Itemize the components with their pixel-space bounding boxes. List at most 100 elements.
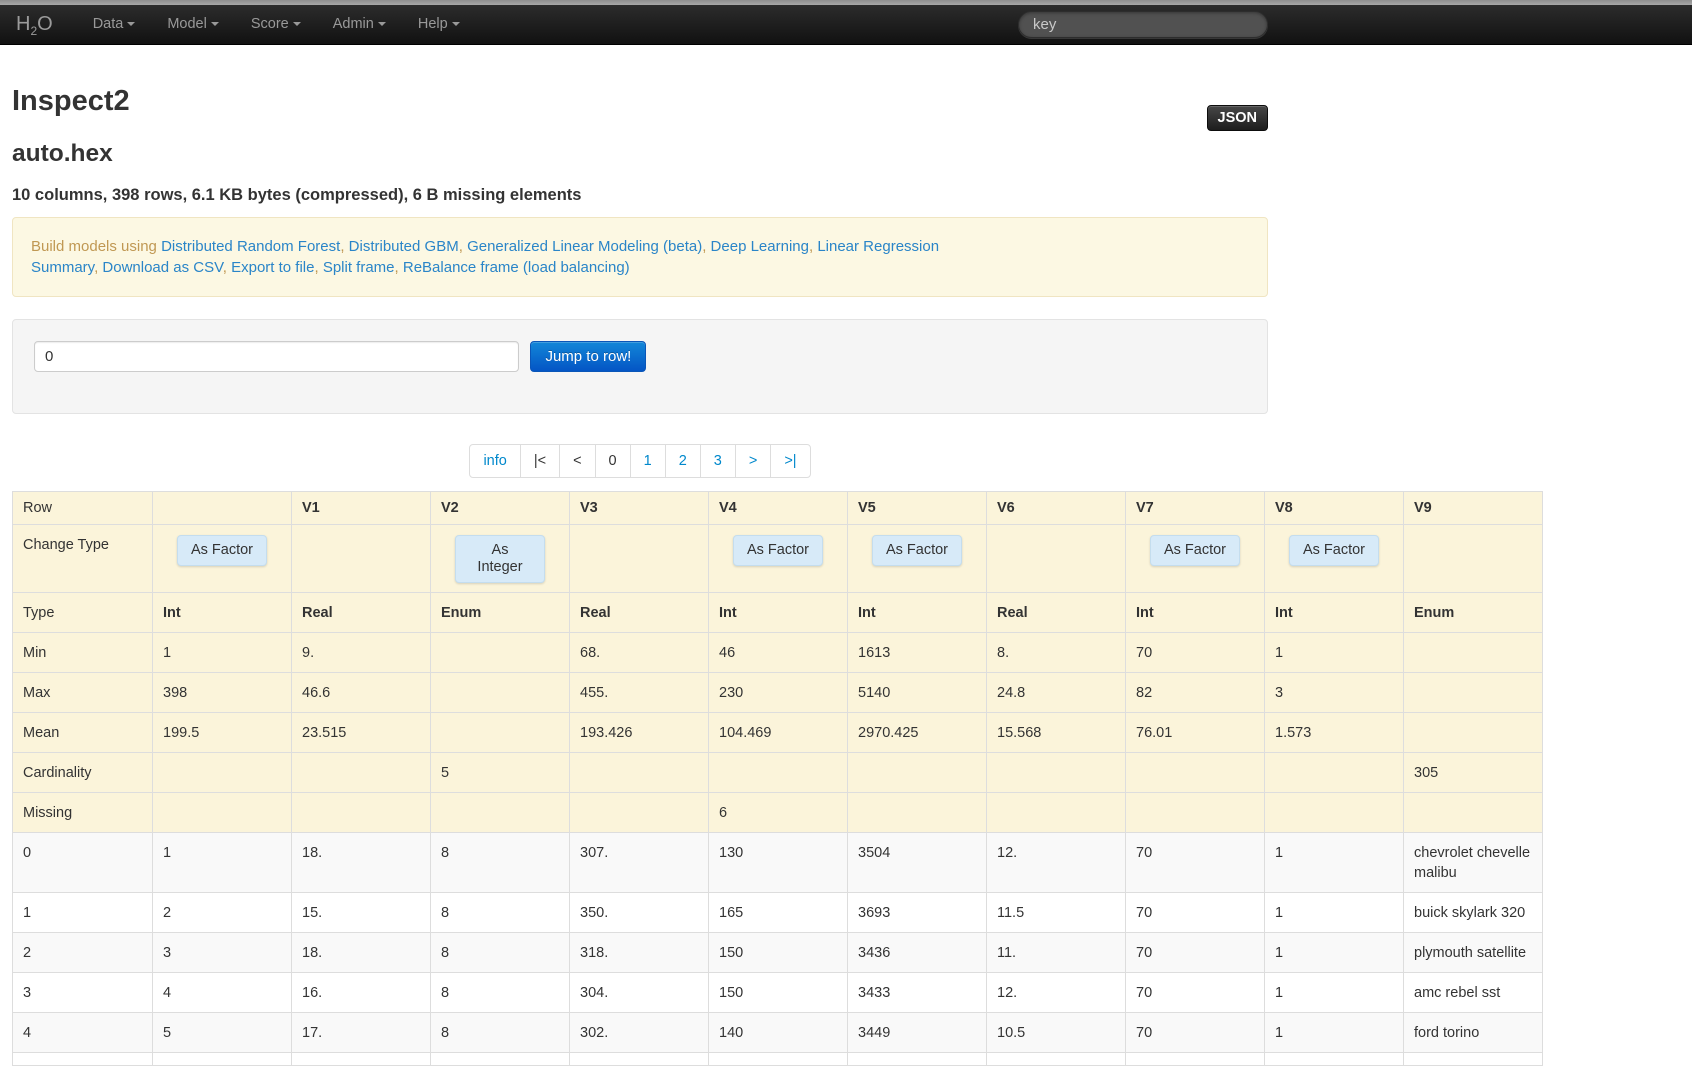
summary-row-mean: Mean 199.5 23.515 193.426 104.469 2970.425 15.… [12, 712, 1543, 753]
row-label: 0 [12, 832, 153, 893]
jump-to-row-button[interactable]: Jump to row! [530, 341, 647, 372]
data-value: 70 [1125, 1012, 1265, 1053]
row-label: 2 [12, 932, 153, 973]
data-value: 1 [1264, 832, 1404, 893]
navbar-link-admin[interactable]: Admin [317, 5, 402, 44]
summary-value: 398 [152, 672, 292, 713]
summary-value: Int [1264, 592, 1404, 633]
h2o-logo[interactable]: H2O [12, 5, 57, 50]
change-type-cell: As Factor [1264, 524, 1404, 593]
data-value [569, 1052, 709, 1066]
as-factor-button[interactable]: As Factor [176, 535, 268, 566]
pagination-item: < [559, 445, 594, 477]
action-link[interactable]: Download as CSV [102, 259, 222, 276]
summary-value: 82 [1125, 672, 1265, 713]
summary-value: 193.426 [569, 712, 709, 753]
data-value: 150 [708, 932, 848, 973]
data-value: 8 [430, 892, 570, 933]
summary-value: 15.568 [986, 712, 1126, 753]
action-link[interactable]: Export to file [231, 259, 314, 276]
summary-value [708, 752, 848, 793]
caret-down-icon [210, 22, 219, 27]
summary-value: 68. [569, 632, 709, 673]
model-link[interactable]: Generalized Linear Modeling (beta) [467, 238, 702, 255]
column-header: V2 [430, 491, 570, 525]
search-input[interactable] [1018, 11, 1268, 38]
pagination-link-1[interactable]: 1 [631, 445, 665, 477]
as-factor-button[interactable]: As Factor [871, 535, 963, 566]
as-factor-button[interactable]: As Factor [1149, 535, 1241, 566]
summary-value [569, 752, 709, 793]
data-value: 12. [986, 832, 1126, 893]
pagination-link-2[interactable]: 2 [666, 445, 700, 477]
row-label: Cardinality [12, 752, 153, 793]
row-label: Type [12, 592, 153, 633]
jump-row-input[interactable] [34, 341, 519, 372]
pagination-item: 3 [699, 445, 735, 477]
model-link[interactable]: Distributed Random Forest [161, 238, 340, 255]
as-factor-button[interactable]: As Factor [1288, 535, 1380, 566]
separator: , [458, 238, 468, 255]
summary-value [1403, 672, 1543, 713]
model-link[interactable]: Distributed GBM [349, 238, 459, 255]
pagination-link-3[interactable]: 3 [701, 445, 735, 477]
data-value: 1 [152, 832, 292, 893]
model-link[interactable]: Deep Learning [711, 238, 809, 255]
summary-value: 3 [1264, 672, 1404, 713]
action-link[interactable]: Summary [31, 259, 94, 276]
pagination-item: > [734, 445, 770, 477]
separator: , [702, 238, 711, 255]
summary-value: Enum [430, 592, 570, 633]
action-link[interactable]: ReBalance frame (load balancing) [403, 259, 630, 276]
summary-value: Real [569, 592, 709, 633]
summary-value: 455. [569, 672, 709, 713]
data-value: 307. [569, 832, 709, 893]
data-value: 4 [152, 972, 292, 1013]
summary-value [1264, 792, 1404, 833]
summary-value [847, 792, 987, 833]
summary-row-cardinality: Cardinality 5 305 [12, 752, 1543, 793]
data-value: 304. [569, 972, 709, 1013]
summary-value [986, 752, 1126, 793]
pagination-link-[interactable]: > [736, 445, 770, 477]
summary-value: 199.5 [152, 712, 292, 753]
data-value [708, 1052, 848, 1066]
navbar-link-data[interactable]: Data [77, 5, 152, 44]
table-header-row: Row V1 V2 V3 V4 V5 V6 V7 V8 V9 [12, 491, 1543, 525]
pagination-link-info[interactable]: info [470, 445, 519, 477]
summary-value [1403, 712, 1543, 753]
column-header [152, 491, 292, 525]
data-value: 15. [291, 892, 431, 933]
pagination-link-[interactable]: < [560, 445, 594, 477]
summary-value: Real [986, 592, 1126, 633]
summary-value: Enum [1403, 592, 1543, 633]
pagination-link-0[interactable]: 0 [596, 445, 630, 477]
action-link[interactable]: Split frame [323, 259, 395, 276]
json-button[interactable]: JSON [1206, 105, 1268, 131]
summary-value [430, 672, 570, 713]
data-value: 8 [430, 832, 570, 893]
summary-value: Int [152, 592, 292, 633]
navbar-link-score[interactable]: Score [235, 5, 317, 44]
summary-value: 5 [430, 752, 570, 793]
pagination-link-[interactable]: |< [521, 445, 559, 477]
as-integer-button[interactable]: As Integer [455, 535, 545, 583]
summary-value: 24.8 [986, 672, 1126, 713]
summary-value: 1.573 [1264, 712, 1404, 753]
navbar-link-help[interactable]: Help [402, 5, 476, 44]
summary-value [291, 792, 431, 833]
jump-to-row-panel: Jump to row! [12, 319, 1268, 414]
as-factor-button[interactable]: As Factor [732, 535, 824, 566]
caret-down-icon [377, 22, 386, 27]
data-value: 5 [152, 1012, 292, 1053]
data-value [152, 1052, 292, 1066]
data-value: 1 [1264, 932, 1404, 973]
navbar-item-score: Score [235, 5, 317, 44]
row-label: Mean [12, 712, 153, 753]
navbar-link-model[interactable]: Model [151, 5, 235, 44]
model-link[interactable]: Linear Regression [817, 238, 939, 255]
summary-value: 46 [708, 632, 848, 673]
pagination-link-[interactable]: >| [771, 445, 809, 477]
brand-text: O [37, 13, 53, 35]
summary-value: 46.6 [291, 672, 431, 713]
